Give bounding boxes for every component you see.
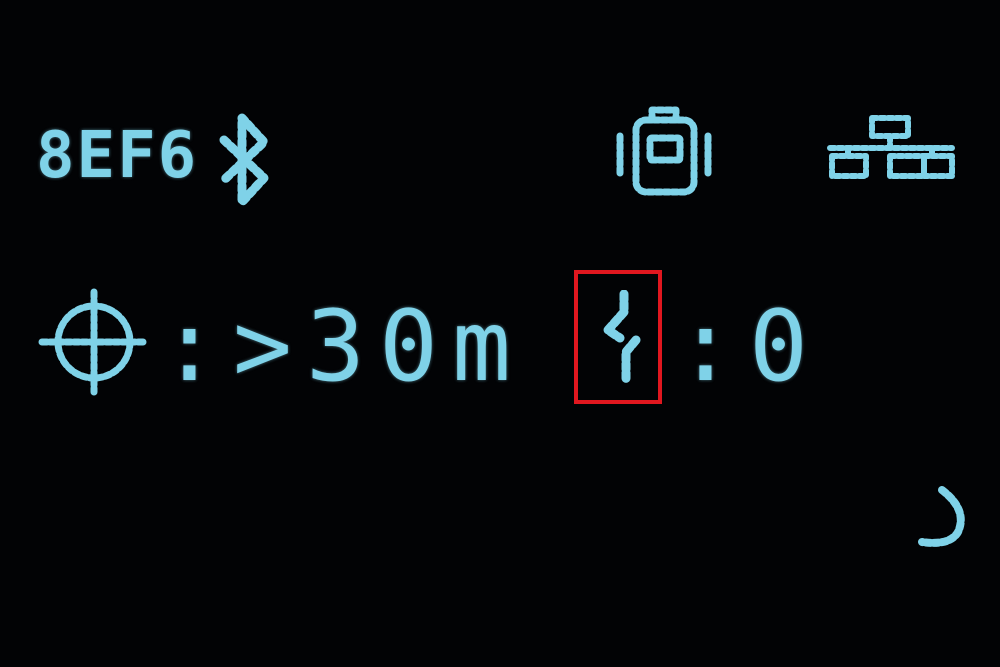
- network-icon: [827, 115, 955, 179]
- device-id: 8EF6: [36, 119, 199, 193]
- count-icon-highlight: [574, 270, 662, 404]
- count-value: :0: [676, 290, 823, 404]
- moon-icon: [918, 486, 965, 547]
- crosshair-icon: [38, 288, 150, 396]
- accuracy-value: :>30m: [160, 290, 526, 404]
- display-screen: 8EF6 :>30m:0: [0, 0, 1000, 667]
- bluetooth-icon: [219, 113, 269, 207]
- device-icon: [616, 106, 712, 196]
- lightning-icon: [603, 290, 641, 384]
